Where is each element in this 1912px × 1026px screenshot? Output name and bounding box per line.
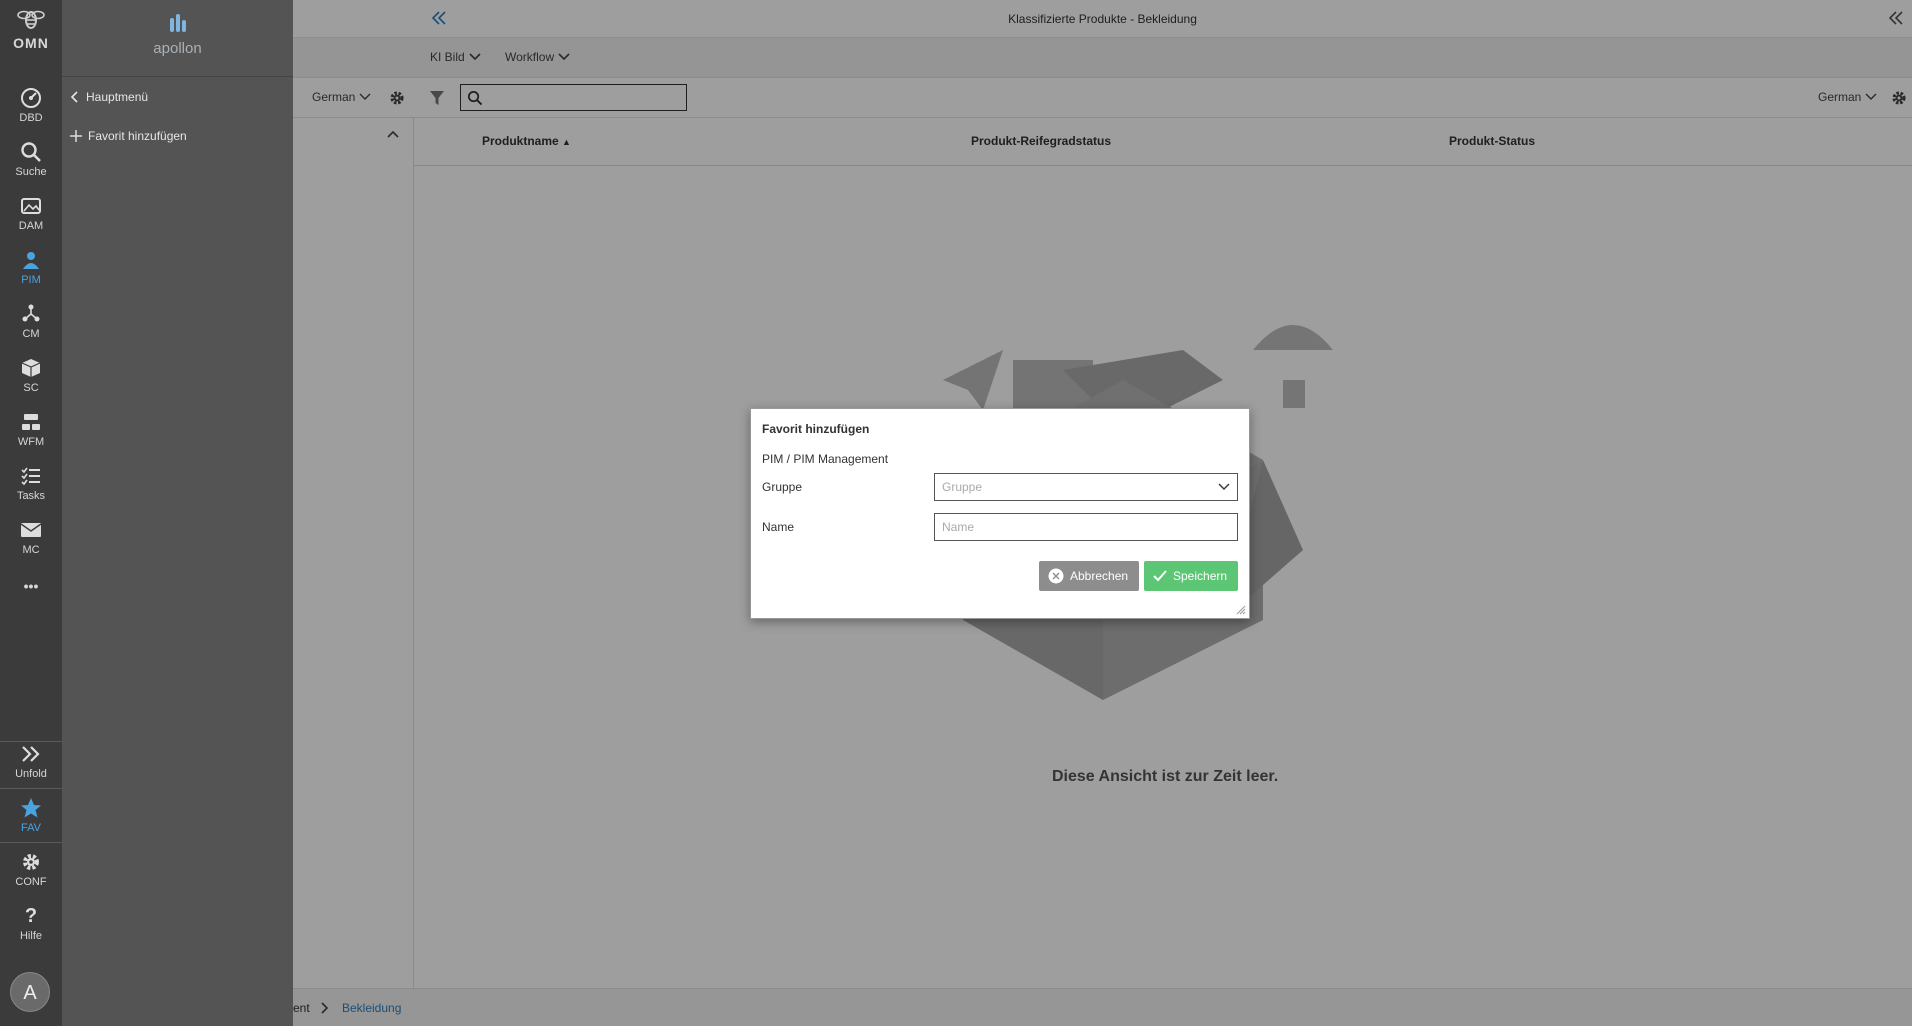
group-placeholder: Gruppe xyxy=(942,480,983,494)
rail-label: SC xyxy=(23,382,39,394)
icon-rail: OMN DBD Suche DAM PIM CM SC WFM Tasks MC… xyxy=(0,0,62,1026)
back-label: Hauptmenü xyxy=(86,90,149,104)
rail-item-hilfe[interactable]: ? Hilfe xyxy=(0,904,62,942)
tasks-icon xyxy=(21,467,40,486)
name-placeholder: Name xyxy=(942,520,975,534)
rail-label: Hilfe xyxy=(19,930,42,942)
rail-label: Suche xyxy=(15,166,47,178)
rail-item-fav[interactable]: FAV xyxy=(0,796,62,834)
rail-item-mc[interactable]: MC xyxy=(0,518,62,556)
rail-divider xyxy=(0,842,62,843)
mail-icon xyxy=(20,523,42,537)
dashboard-icon xyxy=(21,88,41,108)
check-icon xyxy=(1153,570,1167,582)
apollon-bars-icon xyxy=(169,14,186,32)
rail-item-conf[interactable]: CONF xyxy=(0,850,62,888)
rail-item-dbd[interactable]: DBD xyxy=(0,86,62,124)
rail-item-pim[interactable]: PIM xyxy=(0,248,62,286)
more-icon: ••• xyxy=(23,578,39,594)
search-icon xyxy=(21,142,41,162)
rail-label: WFM xyxy=(17,436,45,448)
rail-label: Unfold xyxy=(15,768,47,780)
dialog-path: PIM / PIM Management xyxy=(762,452,889,466)
rail-label: CM xyxy=(22,328,40,340)
omn-logo-text: OMN xyxy=(13,35,49,51)
menu-divider xyxy=(62,76,293,77)
save-label: Speichern xyxy=(1173,569,1228,583)
bee-icon xyxy=(17,10,45,29)
group-label: Gruppe xyxy=(762,480,803,494)
rail-divider xyxy=(0,788,62,789)
network-icon xyxy=(22,304,40,322)
pim-icon xyxy=(23,252,39,269)
cube-icon xyxy=(21,359,41,377)
double-chevron-right-icon xyxy=(22,746,40,762)
group-select[interactable]: Gruppe xyxy=(934,473,1238,501)
question-icon: ? xyxy=(24,905,38,927)
rail-label: CONF xyxy=(15,876,47,888)
rail-item-tasks[interactable]: Tasks xyxy=(0,464,62,502)
resize-handle-icon[interactable] xyxy=(1236,605,1246,615)
name-label: Name xyxy=(762,520,795,534)
rail-label: FAV xyxy=(21,822,41,834)
cancel-label: Abbrechen xyxy=(1070,569,1129,583)
add-favorite-label: Favorit hinzufügen xyxy=(88,129,187,143)
add-favorite-menu-item[interactable]: Favorit hinzufügen xyxy=(70,126,187,146)
omn-logo[interactable]: OMN xyxy=(0,8,62,51)
rail-item-unfold[interactable]: Unfold xyxy=(0,742,62,780)
apollon-logo: apollon xyxy=(62,12,293,57)
rail-item-suche[interactable]: Suche xyxy=(0,140,62,178)
rail-label: MC xyxy=(22,544,40,556)
apollon-brand-text: apollon xyxy=(153,40,202,57)
rail-label: DAM xyxy=(18,220,44,232)
rail-item-wfm[interactable]: WFM xyxy=(0,410,62,448)
rail-item-more[interactable]: ••• xyxy=(0,578,62,594)
main-menu-panel: apollon Hauptmenü Favorit hinzufügen xyxy=(62,0,293,1026)
cancel-button[interactable]: Abbrechen xyxy=(1039,561,1139,591)
rail-label: DBD xyxy=(19,112,43,124)
gear-icon xyxy=(23,854,39,870)
rail-label: Tasks xyxy=(16,490,46,502)
name-input[interactable]: Name xyxy=(934,513,1238,541)
close-circle-icon xyxy=(1048,568,1064,584)
workflow-icon xyxy=(22,414,40,430)
rail-item-cm[interactable]: CM xyxy=(0,302,62,340)
plus-icon xyxy=(70,130,82,142)
back-to-main-menu[interactable]: Hauptmenü xyxy=(70,87,148,107)
add-favorite-dialog: Favorit hinzufügen PIM / PIM Management … xyxy=(750,408,1250,619)
chevron-left-icon xyxy=(70,91,78,103)
rail-item-sc[interactable]: SC xyxy=(0,356,62,394)
avatar[interactable]: A xyxy=(10,972,50,1012)
images-icon xyxy=(21,198,41,214)
star-icon xyxy=(21,798,41,818)
rail-label: PIM xyxy=(21,274,41,286)
chevron-down-icon xyxy=(1218,483,1230,490)
rail-item-dam[interactable]: DAM xyxy=(0,194,62,232)
dialog-title: Favorit hinzufügen xyxy=(762,422,870,436)
save-button[interactable]: Speichern xyxy=(1144,561,1238,591)
